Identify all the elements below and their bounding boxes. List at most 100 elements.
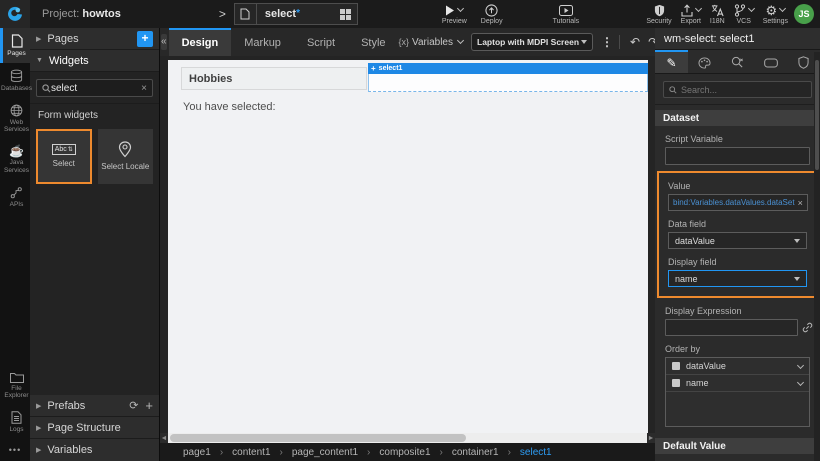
open-page-tab[interactable]: select*	[234, 3, 358, 25]
script-variable-input[interactable]	[665, 147, 810, 165]
user-avatar[interactable]: JS	[794, 4, 814, 24]
select1-widget-header[interactable]: + select1	[368, 63, 648, 74]
scrollbar-thumb[interactable]	[170, 434, 466, 442]
breadcrumb-item-page1[interactable]: page1	[183, 447, 211, 458]
wavemaker-logo[interactable]	[0, 0, 30, 28]
variables-icon: {x}	[399, 37, 410, 47]
select1-dropdown[interactable]	[368, 74, 648, 92]
tab-events[interactable]	[721, 50, 754, 73]
pencil-icon: ✎	[666, 56, 676, 70]
preview-button[interactable]: Preview	[442, 0, 467, 28]
properties-search-input[interactable]	[681, 85, 806, 95]
clear-binding-icon[interactable]: ×	[798, 198, 803, 208]
vcs-branch-icon	[734, 4, 746, 17]
preview-chevron-icon[interactable]	[457, 5, 464, 12]
display-field-caret-icon	[794, 277, 800, 281]
folder-icon	[10, 372, 24, 383]
security-button[interactable]: Security	[646, 0, 671, 28]
scrollbar-track[interactable]	[168, 433, 647, 443]
breadcrumb: page1 › content1 › page_content1 › compo…	[160, 443, 655, 461]
rail-item-databases[interactable]: Databases	[0, 63, 30, 98]
i18n-button[interactable]: I18N	[710, 0, 725, 28]
breadcrumb-item-content1[interactable]: content1	[232, 447, 270, 458]
dataset-section-header[interactable]: Dataset	[655, 110, 820, 126]
order-by-row-name[interactable]: name	[666, 375, 809, 392]
scroll-left-icon[interactable]: ◄	[160, 435, 168, 442]
rail-item-file-explorer[interactable]: File Explorer	[0, 366, 30, 406]
breadcrumb-item-page-content1[interactable]: page_content1	[292, 447, 358, 458]
tab-properties[interactable]: ✎	[655, 50, 688, 73]
expression-link-icon[interactable]	[802, 322, 813, 333]
add-page-button[interactable]: +	[137, 31, 153, 47]
name-chevron-icon[interactable]	[797, 378, 804, 385]
scroll-right-icon[interactable]: ►	[647, 435, 655, 442]
page-switcher-icon[interactable]	[340, 9, 351, 20]
unsaved-indicator: *	[296, 8, 300, 19]
display-field-select[interactable]: name	[668, 270, 807, 287]
left-icon-rail: Pages Databases Web Services ☕ Java Serv…	[0, 28, 30, 461]
widget-search-wrap: ×	[30, 72, 159, 103]
properties-scrollbar-thumb[interactable]	[815, 60, 819, 170]
undo-button[interactable]: ↶	[630, 35, 640, 49]
export-button[interactable]: Export	[681, 0, 701, 28]
variables-button[interactable]: {x} Variables	[399, 37, 463, 48]
name-checkbox[interactable]	[672, 379, 680, 387]
clear-search-icon[interactable]: ×	[141, 83, 147, 94]
breadcrumb-separator-icon: ›	[367, 447, 370, 458]
rail-item-apis[interactable]: APIs	[0, 180, 30, 214]
tab-style[interactable]: Style	[348, 28, 398, 56]
toolbar-divider	[619, 35, 620, 49]
collapse-left-panel-button[interactable]: «	[161, 34, 167, 50]
move-icon[interactable]: +	[371, 65, 376, 73]
datavalue-chevron-icon[interactable]	[797, 361, 804, 368]
display-expression-input[interactable]	[665, 319, 798, 336]
rail-item-java-services[interactable]: ☕ Java Services	[0, 139, 30, 180]
breadcrumb-item-container1[interactable]: container1	[452, 447, 499, 458]
widgets-section-label: Widgets	[49, 55, 89, 67]
datavalue-checkbox[interactable]	[672, 362, 680, 370]
section-widgets[interactable]: ▼ Widgets	[30, 50, 159, 72]
canvas-horizontal-scrollbar[interactable]: ◄ ►	[160, 433, 655, 443]
section-prefabs[interactable]: ▶ Prefabs ⟳ +	[30, 395, 159, 417]
vcs-button[interactable]: VCS	[734, 0, 754, 28]
prefabs-section-label: Prefabs	[47, 400, 85, 412]
selected-value-label[interactable]: You have selected:	[183, 101, 276, 113]
rail-item-web-services[interactable]: Web Services	[0, 98, 30, 140]
rail-item-logs[interactable]: Logs	[0, 405, 30, 439]
tab-devices[interactable]	[754, 50, 787, 73]
more-options-button[interactable]: ⋮	[601, 35, 613, 49]
tab-design[interactable]: Design	[169, 28, 232, 56]
widget-tile-select-locale[interactable]: Select Locale	[98, 129, 154, 184]
rail-more-button[interactable]: •••	[0, 439, 30, 461]
value-bind-input[interactable]: bind:Variables.dataValues.dataSet ×	[668, 194, 808, 211]
vcs-chevron-icon[interactable]	[748, 5, 755, 12]
widget-search-input[interactable]	[51, 83, 137, 94]
variables-section-label: Variables	[47, 444, 92, 456]
section-variables[interactable]: ▶ Variables	[30, 439, 159, 461]
select1-widget[interactable]: + select1	[368, 63, 648, 92]
widget-tile-select[interactable]: Abc⇅ Select	[36, 129, 92, 184]
breadcrumb-item-composite1[interactable]: composite1	[379, 447, 430, 458]
deploy-button[interactable]: Deploy	[481, 0, 503, 28]
tab-markup[interactable]: Markup	[231, 28, 294, 56]
prefabs-refresh-icon[interactable]: ⟳	[129, 399, 138, 412]
settings-button[interactable]: ⚙ Settings	[763, 0, 788, 28]
breadcrumb-item-select1[interactable]: select1	[520, 447, 552, 458]
data-field-select[interactable]: dataValue	[668, 232, 807, 249]
properties-scrollbar[interactable]	[814, 52, 820, 461]
screen-size-select[interactable]: Laptop with MDPI Screen	[471, 33, 593, 51]
order-by-row-datavalue[interactable]: dataValue	[666, 358, 809, 375]
tab-script[interactable]: Script	[294, 28, 348, 56]
rail-item-pages[interactable]: Pages	[0, 28, 30, 63]
tutorials-button[interactable]: Tutorials	[553, 0, 580, 28]
design-canvas[interactable]: Hobbies + select1 You have selected:	[168, 60, 648, 433]
security-shield-icon	[654, 4, 665, 17]
export-chevron-icon[interactable]	[695, 5, 702, 12]
prefabs-add-icon[interactable]: +	[145, 398, 153, 413]
section-pages[interactable]: ▶ Pages +	[30, 28, 159, 50]
settings-chevron-icon[interactable]	[779, 5, 786, 12]
default-value-section-header[interactable]: Default Value	[655, 438, 820, 454]
hobbies-label[interactable]: Hobbies	[181, 67, 367, 90]
section-page-structure[interactable]: ▶ Page Structure	[30, 417, 159, 439]
tab-styles[interactable]	[688, 50, 721, 73]
